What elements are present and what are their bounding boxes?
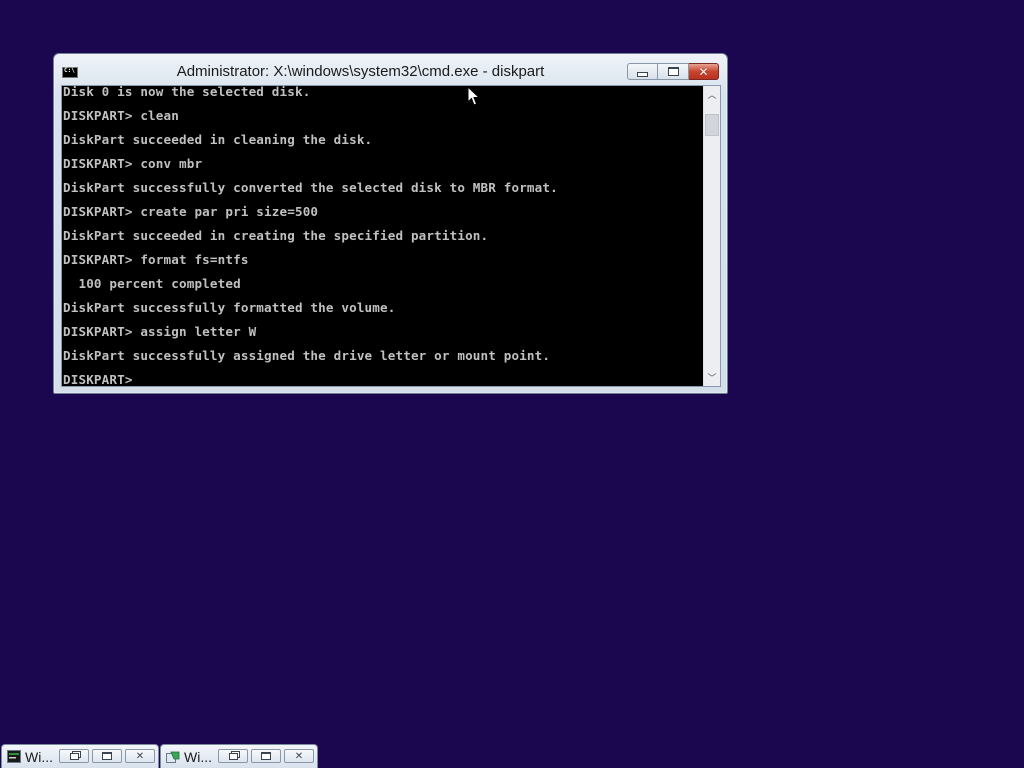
maximize-icon [102, 752, 112, 760]
console-line: DISKPART> clean [63, 108, 179, 123]
close-icon: ✕ [294, 750, 304, 762]
caption-buttons: ✕ [627, 63, 719, 80]
maximize-button[interactable] [92, 749, 122, 763]
console-output[interactable]: Disk 0 is now the selected disk. DISKPAR… [62, 86, 704, 386]
maximize-icon [261, 752, 271, 760]
close-button[interactable]: ✕ [125, 749, 155, 763]
console-line: DISKPART> conv mbr [63, 156, 203, 171]
scroll-down-button[interactable]: ﹀ [704, 369, 720, 386]
vertical-scrollbar[interactable]: ︿ ﹀ [703, 86, 720, 386]
minimized-window-buttons: ✕ [218, 749, 314, 763]
console-line: DISKPART> create par pri size=500 [63, 204, 319, 219]
restore-button[interactable] [59, 749, 89, 763]
mouse-cursor-icon [467, 86, 481, 106]
chevron-down-icon: ﹀ [707, 374, 717, 384]
chevron-up-icon: ︿ [707, 91, 717, 101]
console-line: DiskPart successfully assigned the drive… [63, 348, 551, 363]
close-icon: ✕ [698, 64, 709, 79]
close-icon: ✕ [135, 750, 145, 762]
scroll-up-button[interactable]: ︿ [704, 86, 720, 103]
restore-icon [69, 752, 79, 760]
console-line: DiskPart successfully converted the sele… [63, 180, 558, 195]
maximize-button[interactable] [251, 749, 281, 763]
scroll-thumb[interactable] [705, 114, 719, 136]
close-button[interactable]: ✕ [689, 63, 719, 80]
minimize-icon [637, 72, 648, 77]
title-bar[interactable]: Administrator: X:\windows\system32\cmd.e… [54, 54, 727, 85]
minimized-window-2[interactable]: Wi... ✕ [160, 744, 318, 768]
maximize-icon [667, 67, 679, 76]
cmd-window[interactable]: Administrator: X:\windows\system32\cmd.e… [53, 53, 728, 394]
console-line: DISKPART> assign letter W [63, 324, 257, 339]
minimized-window-buttons: ✕ [59, 749, 155, 763]
console-prompt-line[interactable]: DISKPART> [63, 373, 704, 386]
console-line: DISKPART> format fs=ntfs [63, 252, 249, 267]
setup-window-icon [166, 751, 180, 763]
minimized-window-title: Wi... [184, 749, 212, 765]
close-button[interactable]: ✕ [284, 749, 314, 763]
minimized-window-1[interactable]: Wi... ✕ [1, 744, 159, 768]
console-line: DiskPart successfully formatted the volu… [63, 300, 396, 315]
restore-button[interactable] [218, 749, 248, 763]
restore-icon [228, 752, 238, 760]
console-line: DiskPart succeeded in creating the speci… [63, 228, 489, 243]
minimize-button[interactable] [627, 63, 658, 80]
cmd-window-icon [7, 750, 21, 763]
console-area[interactable]: Disk 0 is now the selected disk. DISKPAR… [61, 85, 721, 387]
console-line: DiskPart succeeded in cleaning the disk. [63, 132, 373, 147]
console-line: 100 percent completed [63, 276, 241, 291]
maximize-button[interactable] [658, 63, 689, 80]
minimized-window-title: Wi... [25, 749, 53, 765]
console-line: Disk 0 is now the selected disk. [63, 86, 311, 99]
